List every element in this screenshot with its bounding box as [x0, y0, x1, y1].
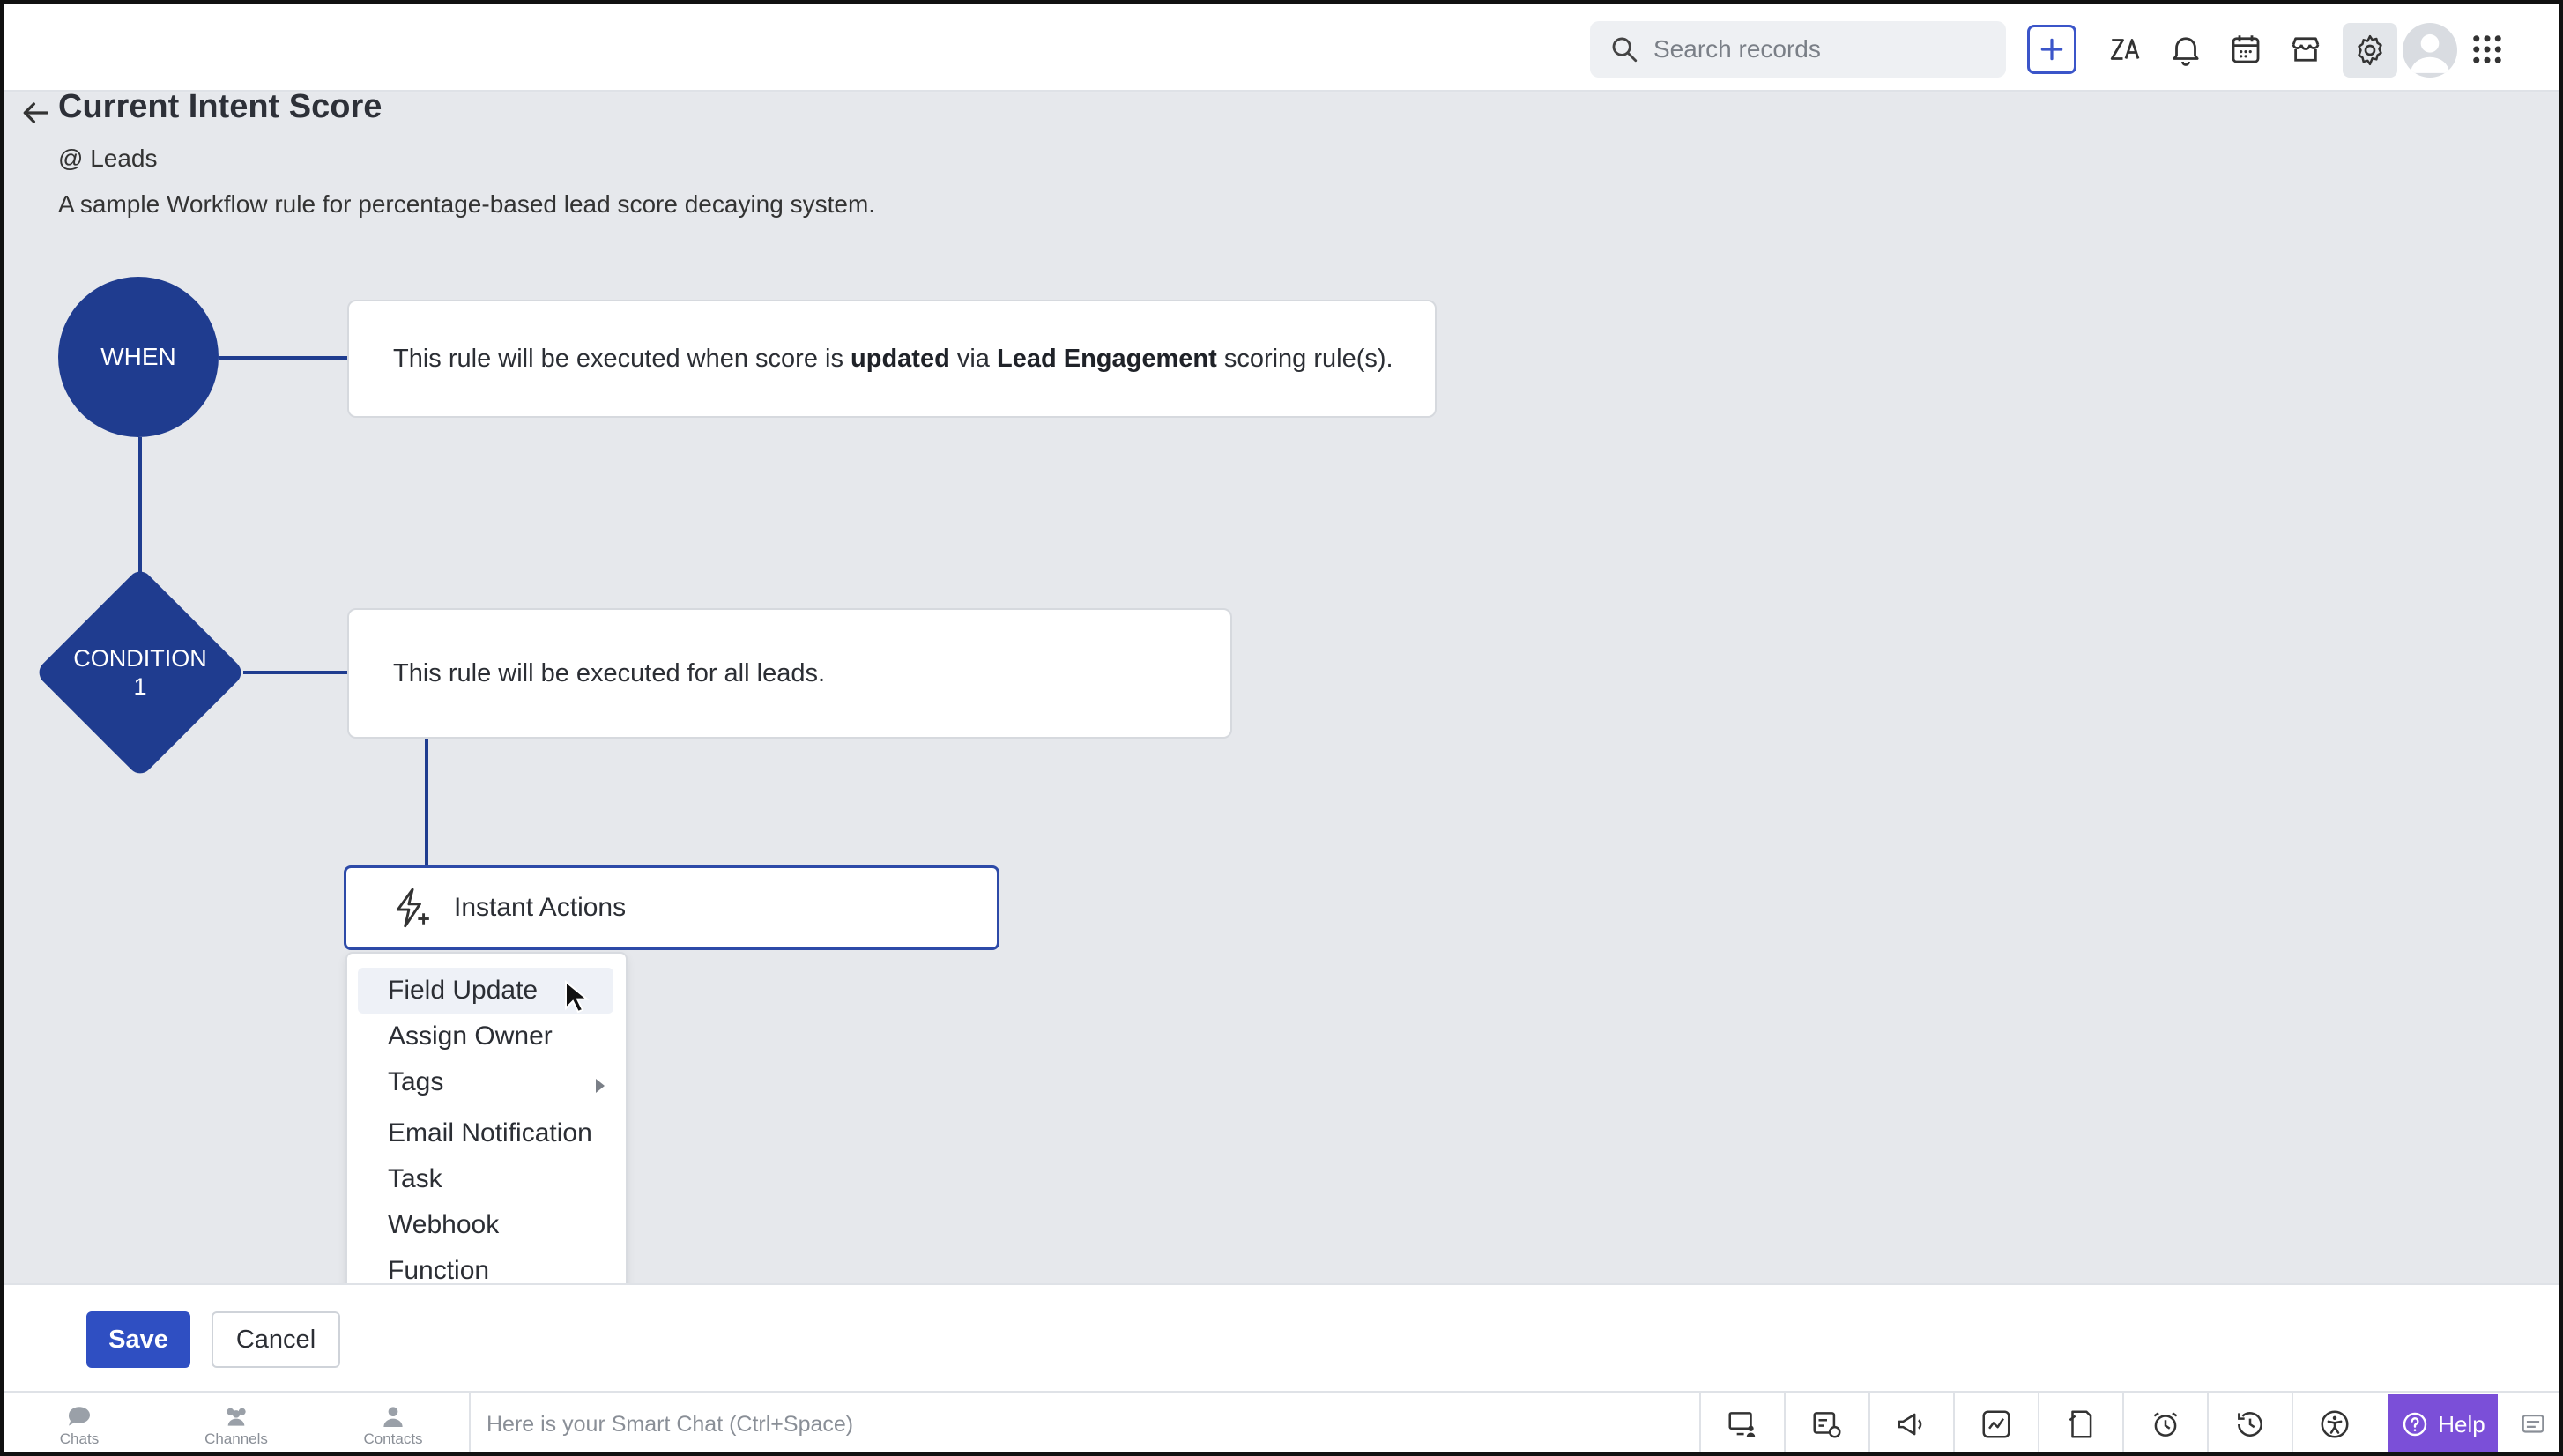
footer-reminders-button[interactable] — [2122, 1393, 2207, 1452]
settings-button[interactable] — [2343, 23, 2397, 78]
when-description: This rule will be executed when score is… — [393, 345, 1393, 374]
rule-description: A sample Workflow rule for percentage-ba… — [58, 190, 876, 218]
instant-actions-label: Instant Actions — [454, 893, 627, 922]
marketplace-icon — [2292, 37, 2320, 62]
footer-accessibility-button[interactable] — [2292, 1393, 2376, 1452]
note-icon — [2069, 1410, 2092, 1438]
menu-item-label: Webhook — [388, 1210, 500, 1239]
footer-chat-window-button[interactable] — [2503, 1393, 2559, 1452]
cancel-button[interactable]: Cancel — [212, 1311, 340, 1368]
footer-screen-share-button[interactable] — [1699, 1393, 1784, 1452]
when-label: WHEN — [100, 343, 176, 370]
contact-icon — [383, 1407, 403, 1427]
calendar-icon — [2232, 35, 2260, 63]
chat-window-icon — [2522, 1414, 2544, 1433]
footer-tab-label: Chats — [59, 1430, 100, 1447]
search-input[interactable]: Search records — [1590, 21, 2006, 78]
condition-number: 1 — [133, 673, 147, 700]
notifications-button[interactable] — [2165, 28, 2207, 71]
footer-tab-contacts[interactable]: Contacts — [340, 1396, 446, 1452]
footer-tab-label: Contacts — [363, 1430, 423, 1447]
chart-trend-icon — [1982, 1410, 2010, 1438]
search-placeholder: Search records — [1653, 35, 1821, 63]
apps-grid-icon — [2473, 35, 2501, 63]
footer-tab-label: Channels — [204, 1430, 268, 1447]
user-icon — [2411, 33, 2449, 73]
menu-item-label: Assign Owner — [388, 1021, 553, 1051]
help-label: Help — [2438, 1410, 2485, 1437]
apps-button[interactable] — [2466, 28, 2508, 71]
top-bar: Search records — [4, 4, 2559, 92]
when-text-prefix: This rule will be executed when score is — [393, 344, 851, 373]
schedule-card-icon — [1813, 1412, 1841, 1438]
when-text-rule-type: Lead Engagement — [996, 344, 1217, 373]
plus-icon — [2040, 38, 2063, 61]
menu-item-label: Task — [388, 1164, 442, 1193]
smart-chat-placeholder: Here is your Smart Chat (Ctrl+Space) — [487, 1411, 854, 1437]
menu-item-label: Email Notification — [388, 1118, 592, 1148]
menu-item-label: Field Update — [388, 976, 539, 1005]
monitor-user-icon — [1728, 1412, 1756, 1437]
avatar[interactable] — [2403, 23, 2457, 78]
condition-card[interactable]: This rule will be executed for all leads… — [347, 608, 1232, 739]
menu-item-webhook[interactable]: Webhook — [358, 1202, 613, 1248]
footer-campaigns-button[interactable] — [1868, 1393, 1953, 1452]
chat-bubble-icon — [68, 1407, 90, 1426]
condition-label-text: CONDITION — [73, 645, 207, 672]
action-bar — [4, 1283, 2559, 1391]
footer-scheduler-button[interactable] — [1784, 1393, 1868, 1452]
translate-button[interactable] — [2105, 28, 2147, 71]
calendar-button[interactable] — [2225, 28, 2267, 71]
footer-tab-chats[interactable]: Chats — [26, 1396, 132, 1452]
group-icon — [227, 1408, 246, 1426]
when-card[interactable]: This rule will be executed when score is… — [347, 300, 1437, 418]
help-circle-icon — [2403, 1412, 2427, 1437]
when-node: WHEN — [58, 277, 219, 437]
accessibility-icon — [2321, 1410, 2349, 1438]
mouse-cursor-icon — [565, 980, 590, 1014]
help-button[interactable]: Help — [2388, 1394, 2498, 1452]
menu-item-label: Tags — [388, 1067, 444, 1096]
search-icon — [1612, 37, 1638, 63]
history-icon — [2238, 1412, 2262, 1437]
when-text-trigger: updated — [851, 344, 950, 373]
footer-analytics-button[interactable] — [1953, 1393, 2038, 1452]
when-text-suffix: scoring rule(s). — [1216, 344, 1393, 373]
megaphone-icon — [1898, 1413, 1922, 1436]
back-arrow-icon[interactable] — [18, 95, 53, 130]
app-window: Search records Current Intent Score @ Le… — [0, 0, 2563, 1456]
when-text-mid: via — [949, 344, 997, 373]
menu-item-email-notification[interactable]: Email Notification — [358, 1111, 613, 1156]
instant-actions-button[interactable]: Instant Actions — [344, 865, 999, 950]
menu-item-task[interactable]: Task — [358, 1156, 613, 1202]
lightning-plus-icon — [396, 888, 429, 928]
module-label: @ Leads — [58, 145, 158, 172]
menu-item-label: Function — [388, 1256, 490, 1285]
menu-item-tags[interactable]: Tags — [358, 1059, 613, 1105]
create-button[interactable] — [2027, 25, 2076, 74]
footer-notes-button[interactable] — [2038, 1393, 2122, 1452]
bell-icon — [2173, 37, 2199, 66]
save-button[interactable]: Save — [86, 1311, 190, 1368]
alarm-clock-icon — [2153, 1412, 2178, 1437]
condition-node: CONDITION 1 — [33, 566, 247, 779]
page-title: Current Intent Score — [58, 88, 383, 125]
smart-chat-input[interactable]: Here is your Smart Chat (Ctrl+Space) — [469, 1393, 1699, 1452]
condition-label: CONDITION 1 — [35, 568, 245, 777]
submenu-arrow-icon — [596, 1079, 605, 1093]
menu-item-assign-owner[interactable]: Assign Owner — [358, 1014, 613, 1059]
condition-description: This rule will be executed for all leads… — [393, 658, 826, 687]
translate-icon — [2110, 39, 2140, 60]
footer-tab-channels[interactable]: Channels — [183, 1396, 289, 1452]
footer-history-button[interactable] — [2207, 1393, 2292, 1452]
gear-icon — [2358, 34, 2382, 66]
marketplace-button[interactable] — [2284, 28, 2327, 71]
